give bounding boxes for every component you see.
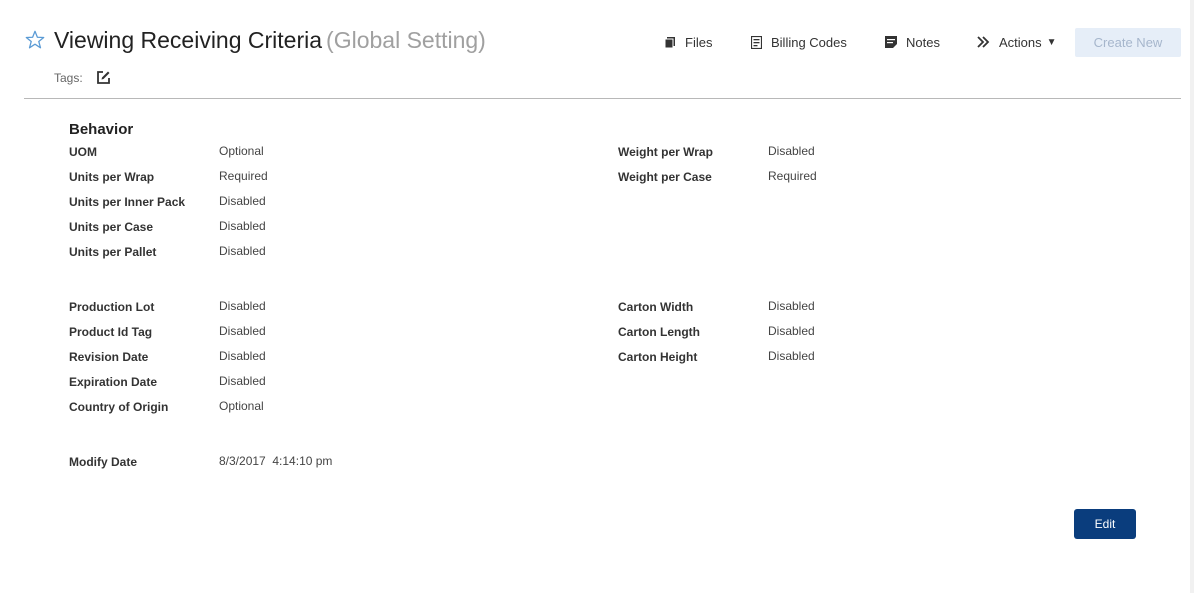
billing-codes-button[interactable]: Billing Codes <box>751 28 847 56</box>
product-id-tag-label: Product Id Tag <box>69 325 153 339</box>
expiration-date-label: Expiration Date <box>69 375 158 389</box>
units-per-inner-pack-value: Disabled <box>219 194 266 208</box>
modify-date-value: 8/3/2017 4:14:10 pm <box>219 454 333 468</box>
units-per-wrap-value: Required <box>219 169 268 183</box>
files-label: Files <box>685 34 713 50</box>
carton-width-label: Carton Width <box>618 300 694 314</box>
scrollbar-track[interactable] <box>1190 0 1194 593</box>
units-per-inner-pack-label: Units per Inner Pack <box>69 195 186 209</box>
units-per-case-value: Disabled <box>219 219 266 233</box>
carton-length-value: Disabled <box>768 324 815 338</box>
expiration-date-value: Disabled <box>219 374 266 388</box>
country-of-origin-value: Optional <box>219 399 264 413</box>
units-per-wrap-label: Units per Wrap <box>69 170 155 184</box>
production-lot-value: Disabled <box>219 299 266 313</box>
actions-dropdown[interactable]: Actions ▼ <box>977 28 1057 56</box>
create-new-button[interactable]: Create New <box>1075 28 1181 57</box>
revision-date-label: Revision Date <box>69 350 149 364</box>
country-of-origin-label: Country of Origin <box>69 400 169 414</box>
files-button[interactable]: Files <box>664 28 712 56</box>
uom-value: Optional <box>219 144 264 158</box>
weight-per-case-value: Required <box>768 169 817 183</box>
carton-height-label: Carton Height <box>618 350 698 364</box>
units-per-pallet-label: Units per Pallet <box>69 245 157 259</box>
units-per-case-label: Units per Case <box>69 220 154 234</box>
notes-label: Notes <box>906 34 940 50</box>
carton-length-label: Carton Length <box>618 325 700 339</box>
uom-label: UOM <box>69 145 97 159</box>
files-icon <box>664 37 675 48</box>
modify-date-label: Modify Date <box>69 455 138 469</box>
notes-icon <box>885 36 897 48</box>
actions-label: Actions <box>999 34 1042 50</box>
caret-down-icon: ▼ <box>1046 36 1057 48</box>
weight-per-wrap-value: Disabled <box>768 144 815 158</box>
product-id-tag-value: Disabled <box>219 324 266 338</box>
section-title-behavior: Behavior <box>69 121 134 138</box>
carton-width-value: Disabled <box>768 299 815 313</box>
toolbar: Files Billing Codes Notes Actions ▼ Crea… <box>0 28 1194 58</box>
production-lot-label: Production Lot <box>69 300 155 314</box>
carton-height-value: Disabled <box>768 349 815 363</box>
document-icon <box>751 35 762 49</box>
weight-per-case-label: Weight per Case <box>618 170 712 184</box>
revision-date-value: Disabled <box>219 349 266 363</box>
tags-row: Tags: <box>54 70 111 85</box>
units-per-pallet-value: Disabled <box>219 244 266 258</box>
edit-tags-icon[interactable] <box>96 70 111 85</box>
weight-per-wrap-label: Weight per Wrap <box>618 145 713 159</box>
double-chevron-right-icon <box>977 36 990 48</box>
billing-codes-label: Billing Codes <box>771 34 847 50</box>
notes-button[interactable]: Notes <box>885 28 940 56</box>
tags-label: Tags: <box>54 70 83 85</box>
edit-button[interactable]: Edit <box>1074 509 1136 539</box>
header-divider <box>24 98 1181 99</box>
